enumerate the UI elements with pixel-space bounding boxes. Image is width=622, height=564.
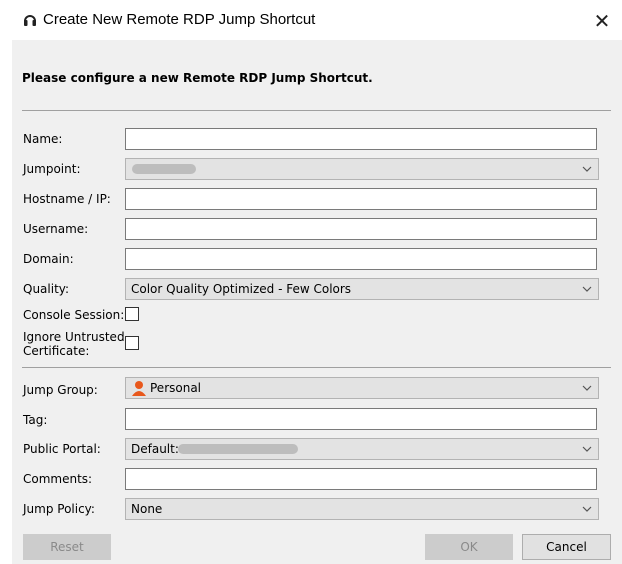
chevron-down-icon [582, 166, 592, 172]
chevron-down-icon [582, 286, 592, 292]
jump-group-label: Jump Group: [23, 383, 98, 397]
comments-label: Comments: [23, 472, 93, 486]
chevron-down-icon [582, 506, 592, 512]
ignore-cert-label-line1: Ignore Untrusted [23, 330, 125, 344]
user-icon [132, 381, 146, 396]
name-label: Name: [23, 132, 63, 146]
domain-label: Domain: [23, 252, 74, 266]
tag-input[interactable] [125, 408, 597, 430]
dialog-body: Please configure a new Remote RDP Jump S… [12, 40, 622, 564]
headset-icon [24, 15, 36, 26]
redacted-value [178, 444, 298, 454]
console-session-label: Console Session: [23, 308, 125, 322]
reset-button[interactable]: Reset [23, 534, 111, 560]
ignore-cert-label-line2: Certificate: [23, 344, 90, 358]
cancel-button[interactable]: Cancel [522, 534, 611, 560]
dialog-heading: Please configure a new Remote RDP Jump S… [22, 71, 373, 85]
jump-group-value: Personal [150, 381, 202, 395]
window-title: Create New Remote RDP Jump Shortcut [43, 11, 316, 28]
separator [22, 110, 611, 111]
jump-policy-select[interactable]: None [125, 498, 599, 520]
ignore-cert-checkbox[interactable] [125, 336, 139, 350]
close-button[interactable]: ✕ [588, 8, 616, 34]
chevron-down-icon [582, 446, 592, 452]
jumpoint-select[interactable] [125, 158, 599, 180]
hostname-label: Hostname / IP: [23, 192, 111, 206]
separator [22, 367, 611, 368]
quality-label: Quality: [23, 282, 70, 296]
chevron-down-icon [582, 385, 592, 391]
public-portal-select[interactable]: Default: [125, 438, 599, 460]
jump-policy-label: Jump Policy: [23, 502, 95, 516]
hostname-input[interactable] [125, 188, 597, 210]
jump-policy-value: None [131, 502, 163, 516]
name-input[interactable] [125, 128, 597, 150]
ok-button[interactable]: OK [425, 534, 513, 560]
jumpoint-label: Jumpoint: [23, 162, 81, 176]
quality-value: Color Quality Optimized - Few Colors [131, 282, 352, 296]
close-icon: ✕ [593, 9, 611, 33]
tag-label: Tag: [23, 413, 48, 427]
jump-group-select[interactable]: Personal [125, 377, 599, 399]
quality-select[interactable]: Color Quality Optimized - Few Colors [125, 278, 599, 300]
console-session-checkbox[interactable] [125, 307, 139, 321]
username-label: Username: [23, 222, 89, 236]
username-input[interactable] [125, 218, 597, 240]
domain-input[interactable] [125, 248, 597, 270]
public-portal-value: Default: [131, 442, 179, 456]
title-bar: Create New Remote RDP Jump Shortcut ✕ [0, 0, 622, 40]
public-portal-label: Public Portal: [23, 442, 101, 456]
redacted-value [132, 164, 196, 174]
comments-input[interactable] [125, 468, 597, 490]
